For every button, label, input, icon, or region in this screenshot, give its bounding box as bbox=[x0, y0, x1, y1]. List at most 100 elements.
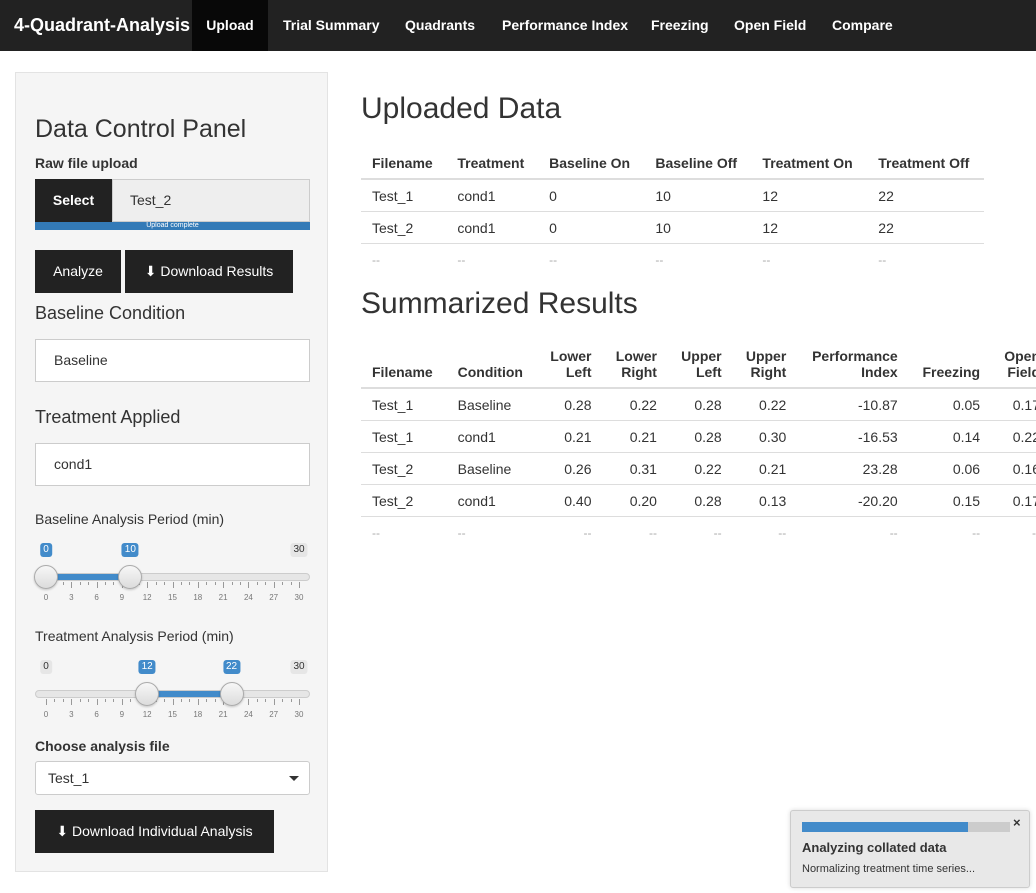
column-header-line: Upper bbox=[745, 348, 787, 364]
slider-minor-tick bbox=[189, 582, 191, 585]
analysis-file-select[interactable]: Test_1 bbox=[35, 761, 310, 795]
table-cell: 10 bbox=[644, 179, 752, 212]
uploaded-data-table: Filename Treatment Baseline On Baseline Off… bbox=[361, 147, 984, 275]
slider-minor-tick bbox=[88, 582, 90, 585]
slider-minor-tick bbox=[164, 582, 166, 585]
slider-tick bbox=[96, 582, 98, 588]
choose-analysis-file-label: Choose analysis file bbox=[35, 738, 170, 754]
table-cell: -- bbox=[778, 525, 787, 540]
table-cell: 0.22 bbox=[732, 388, 798, 421]
slider-tick bbox=[172, 699, 174, 705]
baseline-period-slider[interactable]: 036912151821242730030010 bbox=[34, 543, 310, 603]
slider-tick-label: 9 bbox=[119, 593, 125, 602]
app-brand[interactable]: 4-Quadrant-Analysis bbox=[14, 15, 190, 36]
table-cell: 0 bbox=[538, 179, 645, 212]
file-name-field[interactable]: Test_2 bbox=[112, 179, 310, 222]
table-cell: -- bbox=[549, 252, 558, 267]
baseline-condition-label: Baseline Condition bbox=[35, 303, 186, 323]
analyze-button[interactable]: Analyze bbox=[35, 250, 121, 293]
upload-progress-bar: Upload complete bbox=[35, 222, 310, 230]
treatment-period-label: Treatment Analysis Period (min) bbox=[35, 628, 234, 644]
table-cell: -10.87 bbox=[797, 388, 909, 421]
download-individual-analysis-button[interactable]: ⬇ Download Individual Analysis bbox=[35, 810, 274, 853]
download-results-button[interactable]: ⬇ Download Results bbox=[125, 250, 293, 293]
slider-minor-tick bbox=[290, 699, 292, 702]
table-cell: cond1 bbox=[446, 420, 538, 453]
column-header-line: Right bbox=[750, 364, 787, 380]
uploaded-data-title: Uploaded Data bbox=[361, 92, 562, 125]
notification-message: Normalizing treatment time series... bbox=[802, 863, 975, 875]
data-control-panel: Data Control Panel Raw file upload Selec… bbox=[15, 72, 328, 872]
slider-tick-label: 15 bbox=[168, 710, 177, 719]
slider-tick-label: 21 bbox=[218, 593, 228, 602]
table-cell: 22 bbox=[867, 179, 984, 212]
file-upload-group: Select Test_2 bbox=[35, 179, 310, 222]
raw-file-upload-label: Raw file upload bbox=[35, 155, 138, 171]
slider-minor-tick bbox=[155, 582, 157, 585]
tab-compare[interactable]: Compare bbox=[832, 0, 893, 51]
slider-tick-label: 24 bbox=[243, 593, 253, 602]
table-cell: cond1 bbox=[446, 211, 539, 244]
column-header-line: Lower bbox=[550, 348, 592, 364]
column-header: Baseline On bbox=[538, 147, 645, 180]
slider-handle-from[interactable] bbox=[34, 565, 58, 589]
tab-performance-index[interactable]: Performance Index bbox=[502, 0, 628, 51]
close-icon[interactable]: × bbox=[1013, 815, 1021, 830]
column-header: Upper Left bbox=[667, 340, 733, 389]
table-cell: -- bbox=[648, 525, 657, 540]
slider-tick bbox=[248, 582, 250, 588]
treatment-period-slider[interactable]: 0 3 6 9 12 15 18 21 24 27 30 0 30 12 22 bbox=[35, 660, 310, 720]
slider-tick-label: 24 bbox=[243, 710, 253, 719]
slider-tick bbox=[299, 582, 300, 588]
table-cell: 0.17 bbox=[991, 484, 1036, 517]
slider-tick-label: 21 bbox=[218, 710, 228, 719]
table-cell: 0.22 bbox=[667, 452, 733, 485]
column-header-line: Field bbox=[1007, 364, 1036, 380]
slider-handle-to[interactable] bbox=[118, 565, 143, 589]
slider-minor-tick bbox=[282, 582, 284, 585]
column-header: Filename bbox=[361, 340, 447, 389]
slider-tick-label: 30 bbox=[294, 710, 304, 719]
table-row: Test_1 cond1 0 10 12 22 bbox=[361, 179, 984, 212]
slider-minor-tick bbox=[54, 699, 56, 702]
slider-minor-tick bbox=[62, 699, 64, 702]
tab-open-field[interactable]: Open Field bbox=[734, 0, 806, 51]
table-row: Test_1 Baseline 0.28 0.22 0.28 0.22 -10.87 0.05… bbox=[361, 388, 1036, 421]
slider-max-label: 30 bbox=[290, 543, 308, 557]
slider-tick-label: 15 bbox=[168, 593, 177, 602]
column-header-line: Freezing bbox=[922, 364, 981, 380]
column-header-line: Performance bbox=[812, 348, 898, 364]
tab-freezing[interactable]: Freezing bbox=[651, 0, 709, 51]
baseline-condition-input[interactable]: Baseline bbox=[35, 339, 310, 382]
slider-handle-to[interactable] bbox=[219, 682, 244, 706]
treatment-applied-input[interactable]: cond1 bbox=[35, 443, 310, 486]
table-cell: 0.22 bbox=[991, 420, 1036, 453]
table-cell: -- bbox=[889, 525, 898, 540]
slider-minor-tick bbox=[113, 582, 115, 585]
tab-quadrants[interactable]: Quadrants bbox=[405, 0, 475, 51]
progress-notification: × Analyzing collated data Normalizing tr… bbox=[790, 810, 1030, 888]
table-cell: -- bbox=[457, 525, 466, 540]
table-cell: -- bbox=[655, 252, 664, 267]
column-header: Treatment bbox=[446, 147, 539, 180]
slider-handle-from[interactable] bbox=[135, 682, 160, 706]
slider-minor-tick bbox=[256, 699, 258, 702]
slider-tick-label: 18 bbox=[193, 593, 203, 602]
table-cell: 0.16 bbox=[991, 452, 1036, 485]
table-row: Test_2 cond1 0.40 0.20 0.28 0.13 -20.20 0.15 0.1… bbox=[361, 484, 1036, 517]
slider-tick-label: 12 bbox=[142, 710, 152, 719]
select-file-button[interactable]: Select bbox=[35, 179, 112, 222]
column-header-line: Right bbox=[621, 364, 657, 380]
slider-tick bbox=[299, 699, 300, 705]
table-cell: 0.22 bbox=[602, 388, 668, 421]
tab-trial-summary[interactable]: Trial Summary bbox=[283, 0, 380, 51]
table-cell: 12 bbox=[751, 179, 868, 212]
column-header: Freezing bbox=[908, 340, 992, 389]
table-cell: 0.20 bbox=[602, 484, 668, 517]
table-cell: -- bbox=[972, 525, 981, 540]
slider-minor-tick bbox=[206, 699, 208, 702]
tab-upload[interactable]: Upload bbox=[192, 0, 268, 51]
table-cell: 0.28 bbox=[667, 388, 733, 421]
column-header: Baseline Off bbox=[644, 147, 752, 180]
slider-tick bbox=[71, 699, 73, 705]
